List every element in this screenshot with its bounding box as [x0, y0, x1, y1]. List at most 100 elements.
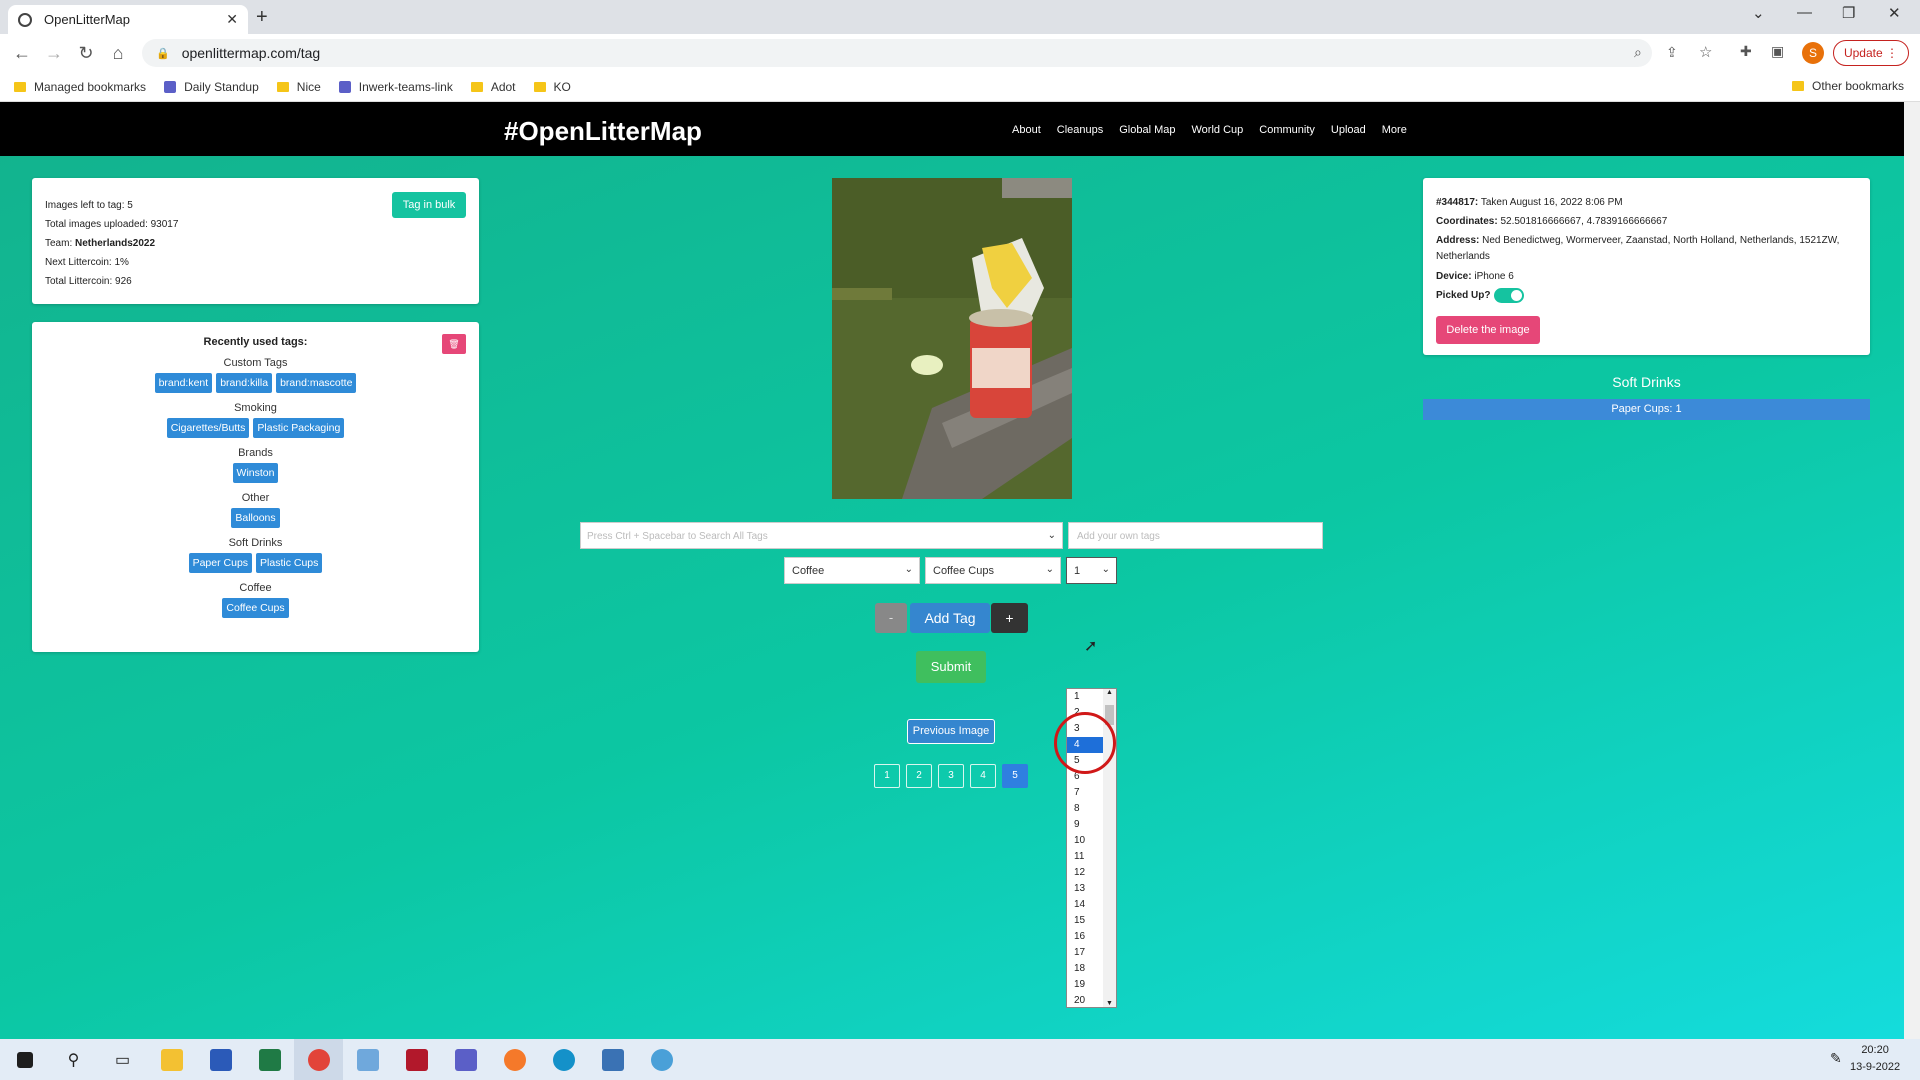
home-icon[interactable]: ⌂ — [102, 43, 134, 64]
page-scrollbar[interactable] — [1904, 102, 1920, 1039]
quantity-option[interactable]: 14 — [1067, 897, 1103, 913]
task-view-icon[interactable]: ▭ — [98, 1039, 147, 1080]
nav-global-map[interactable]: Global Map — [1119, 124, 1175, 136]
recent-tag-chip[interactable]: Cigarettes/Butts — [166, 418, 250, 438]
scroll-down-icon[interactable]: ▼ — [1106, 1000, 1113, 1007]
scroll-up-icon[interactable]: ▲ — [1106, 689, 1113, 696]
bookmark-nice[interactable]: Nice — [276, 80, 321, 94]
page-button[interactable]: 5 — [1002, 764, 1028, 788]
bookmark-inwerk[interactable]: Inwerk-teams-link — [338, 80, 453, 94]
delete-image-button[interactable]: Delete the image — [1436, 316, 1540, 344]
nav-upload[interactable]: Upload — [1331, 124, 1366, 136]
recent-tag-chip[interactable]: brand:killa — [216, 373, 273, 393]
recent-tag-chip[interactable]: Balloons — [231, 508, 280, 528]
excel-icon[interactable] — [245, 1039, 294, 1080]
quantity-option[interactable]: 17 — [1067, 945, 1103, 961]
sidepanel-icon[interactable]: ▣ — [1771, 43, 1784, 60]
firefox-icon[interactable] — [490, 1039, 539, 1080]
teams-icon[interactable] — [441, 1039, 490, 1080]
quantity-option[interactable]: 11 — [1067, 849, 1103, 865]
picked-up-toggle[interactable] — [1494, 287, 1525, 303]
word-icon[interactable] — [196, 1039, 245, 1080]
quantity-option[interactable]: 13 — [1067, 881, 1103, 897]
bookmark-adot[interactable]: Adot — [470, 80, 516, 94]
page-button[interactable]: 3 — [938, 764, 964, 788]
chrome-icon[interactable] — [294, 1039, 343, 1080]
quantity-option[interactable]: 16 — [1067, 929, 1103, 945]
quantity-option[interactable]: 12 — [1067, 865, 1103, 881]
recent-tag-chip[interactable]: brand:mascotte — [276, 373, 357, 393]
site-logo[interactable]: #OpenLitterMap — [504, 116, 702, 147]
page-button[interactable]: 1 — [874, 764, 900, 788]
quantity-option[interactable]: 9 — [1067, 817, 1103, 833]
windows-start-icon[interactable] — [0, 1039, 49, 1080]
previous-image-button[interactable]: Previous Image — [907, 719, 995, 744]
bookmark-daily-standup[interactable]: Daily Standup — [164, 80, 259, 94]
nav-more[interactable]: More — [1382, 124, 1407, 136]
file-explorer-icon[interactable] — [147, 1039, 196, 1080]
item-select[interactable]: Coffee Cups ⌄ — [925, 557, 1061, 584]
browser-tab[interactable]: OpenLitterMap ✕ — [8, 5, 248, 34]
bookmark-managed[interactable]: Managed bookmarks — [14, 80, 146, 94]
address-bar[interactable]: 🔒 openlittermap.com/tag — [142, 39, 1652, 67]
edge-icon[interactable] — [539, 1039, 588, 1080]
tag-in-bulk-button[interactable]: Tag in bulk — [392, 192, 466, 218]
extensions-icon[interactable]: ✚ — [1740, 43, 1752, 60]
quantity-option[interactable]: 1 — [1067, 689, 1103, 705]
search-icon[interactable]: ⚲ — [49, 1039, 98, 1080]
nav-cleanups[interactable]: Cleanups — [1057, 124, 1103, 136]
page-button[interactable]: 2 — [906, 764, 932, 788]
zoom-icon[interactable]: ⌕ — [1634, 44, 1642, 61]
profile-avatar[interactable]: S — [1802, 42, 1824, 64]
trash-icon[interactable]: 🗑 — [442, 334, 466, 354]
calculator-icon[interactable] — [588, 1039, 637, 1080]
quantity-option[interactable]: 15 — [1067, 913, 1103, 929]
close-window-button[interactable]: ✕ — [1888, 4, 1901, 22]
restore-button[interactable]: ❐ — [1842, 4, 1855, 22]
minimize-button[interactable]: — — [1797, 4, 1812, 21]
category-select[interactable]: Coffee ⌄ — [784, 557, 920, 584]
quantity-option[interactable]: 20 — [1067, 993, 1103, 1009]
quantity-option[interactable]: 18 — [1067, 961, 1103, 977]
bookmark-ko[interactable]: KO — [533, 80, 571, 94]
reload-icon[interactable]: ↻ — [70, 43, 102, 64]
recent-tag-chip[interactable]: brand:kent — [154, 373, 213, 393]
snipping-icon[interactable] — [637, 1039, 686, 1080]
quantity-option[interactable]: 8 — [1067, 801, 1103, 817]
own-tags-input[interactable]: Add your own tags — [1068, 522, 1323, 549]
recent-tag-chip[interactable]: Plastic Cups — [256, 553, 323, 573]
pen-icon[interactable]: ✎ — [1830, 1050, 1842, 1067]
forward-icon[interactable]: → — [38, 43, 70, 64]
add-tag-button[interactable]: Add Tag — [910, 603, 990, 633]
recent-tag-chip[interactable]: Paper Cups — [188, 553, 253, 573]
summary-item[interactable]: Paper Cups: 1 — [1423, 399, 1870, 420]
nav-community[interactable]: Community — [1259, 124, 1315, 136]
notepad-icon[interactable] — [343, 1039, 392, 1080]
search-all-tags-select[interactable]: Press Ctrl + Spacebar to Search All Tags… — [580, 522, 1063, 549]
page-button[interactable]: 4 — [970, 764, 996, 788]
new-tab-button[interactable]: + — [256, 6, 268, 29]
recent-tag-chip[interactable]: Winston — [232, 463, 279, 483]
decrease-button[interactable]: - — [875, 603, 907, 633]
quantity-option[interactable]: 7 — [1067, 785, 1103, 801]
star-icon[interactable]: ☆ — [1699, 43, 1712, 61]
recent-tag-chip[interactable]: Coffee Cups — [222, 598, 289, 618]
update-button[interactable]: Update ⋮ — [1833, 40, 1909, 66]
tag-chip-row: Paper Cups Plastic Cups — [32, 553, 479, 573]
quantity-option[interactable]: 19 — [1067, 977, 1103, 993]
system-clock[interactable]: 20:20 13-9-2022 — [1850, 1042, 1900, 1076]
chevron-down-icon: ⌄ — [1045, 564, 1054, 575]
close-tab-icon[interactable]: ✕ — [226, 11, 238, 28]
back-icon[interactable]: ← — [6, 43, 38, 64]
recent-tag-chip[interactable]: Plastic Packaging — [253, 418, 345, 438]
quantity-select[interactable]: 1 ⌄ — [1066, 557, 1117, 584]
quantity-option[interactable]: 10 — [1067, 833, 1103, 849]
nav-world-cup[interactable]: World Cup — [1192, 124, 1244, 136]
tab-search-icon[interactable]: ⌄ — [1752, 4, 1765, 22]
app-red-icon[interactable] — [392, 1039, 441, 1080]
share-icon[interactable]: ⇪ — [1666, 44, 1678, 61]
increase-button[interactable]: + — [991, 603, 1028, 633]
other-bookmarks[interactable]: Other bookmarks — [1792, 79, 1904, 93]
nav-about[interactable]: About — [1012, 124, 1041, 136]
submit-button[interactable]: Submit — [916, 651, 986, 683]
